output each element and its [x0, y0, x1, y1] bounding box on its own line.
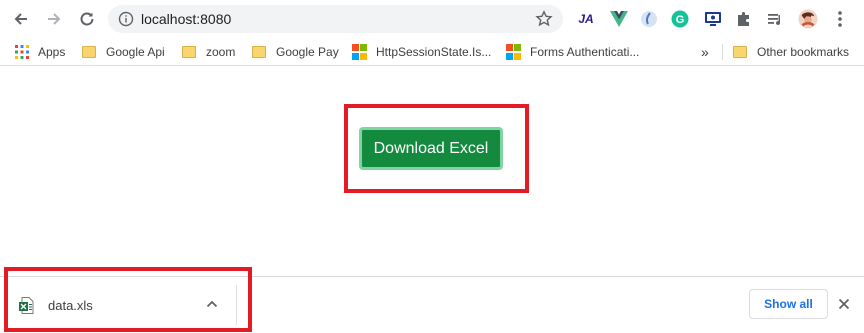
bookmark-google-api[interactable]: Google Api: [82, 42, 165, 62]
overflow-chevron-icon: »: [701, 44, 709, 60]
bookmarks-divider: [722, 44, 723, 60]
folder-icon: [182, 44, 198, 60]
bookmark-label: Forms Authenticati...: [530, 45, 640, 59]
bookmark-other-bookmarks[interactable]: Other bookmarks: [733, 42, 849, 62]
screen-extension-icon[interactable]: [703, 9, 723, 29]
reload-icon[interactable]: [76, 8, 98, 30]
browser-toolbar: localhost:8080 JA G: [0, 0, 864, 38]
close-icon[interactable]: [836, 296, 852, 312]
apps-grid-icon: [14, 44, 30, 60]
grammarly-icon[interactable]: G: [670, 9, 690, 29]
bookmark-apps[interactable]: Apps: [14, 42, 65, 62]
media-queue-icon[interactable]: [765, 9, 785, 29]
bookmark-label: Other bookmarks: [757, 45, 850, 59]
folder-icon: [252, 44, 268, 60]
microsoft-logo-icon: [352, 44, 368, 60]
folder-icon: [82, 44, 98, 60]
bookmark-label: Google Api: [106, 45, 165, 59]
bookmark-label: Apps: [38, 45, 66, 59]
download-excel-button[interactable]: Download Excel: [359, 127, 503, 170]
vue-devtools-icon[interactable]: [609, 9, 629, 29]
bookmark-google-pay[interactable]: Google Pay: [252, 42, 339, 62]
bookmark-star-icon[interactable]: [535, 10, 553, 28]
menu-kebab-icon[interactable]: [830, 9, 850, 29]
folder-icon: [733, 44, 749, 60]
bookmark-zoom[interactable]: zoom: [182, 42, 235, 62]
bookmark-label: HttpSessionState.Is...: [376, 45, 492, 59]
highlight-box-download-item: [4, 267, 252, 332]
svg-text:G: G: [676, 14, 685, 26]
bookmarks-bar: Apps Google Api zoom Google Pay HttpSess…: [0, 38, 864, 66]
microsoft-logo-icon: [506, 44, 522, 60]
address-bar[interactable]: localhost:8080: [108, 5, 563, 33]
extension-drop-icon[interactable]: [639, 9, 659, 29]
extensions-puzzle-icon[interactable]: [734, 9, 754, 29]
back-arrow-icon[interactable]: [10, 8, 32, 30]
bookmark-label: zoom: [206, 45, 236, 59]
show-all-button[interactable]: Show all: [749, 289, 828, 319]
forward-arrow-icon[interactable]: [43, 8, 65, 30]
url-text[interactable]: localhost:8080: [141, 11, 231, 27]
profile-avatar[interactable]: [798, 9, 818, 29]
ja-extension-icon[interactable]: JA: [576, 9, 596, 29]
bookmarks-overflow-button[interactable]: »: [701, 42, 709, 62]
bookmark-httpsessionstate[interactable]: HttpSessionState.Is...: [352, 42, 491, 62]
info-icon[interactable]: [118, 11, 134, 27]
bookmark-forms-authentication[interactable]: Forms Authenticati...: [506, 42, 639, 62]
bookmark-label: Google Pay: [276, 45, 339, 59]
